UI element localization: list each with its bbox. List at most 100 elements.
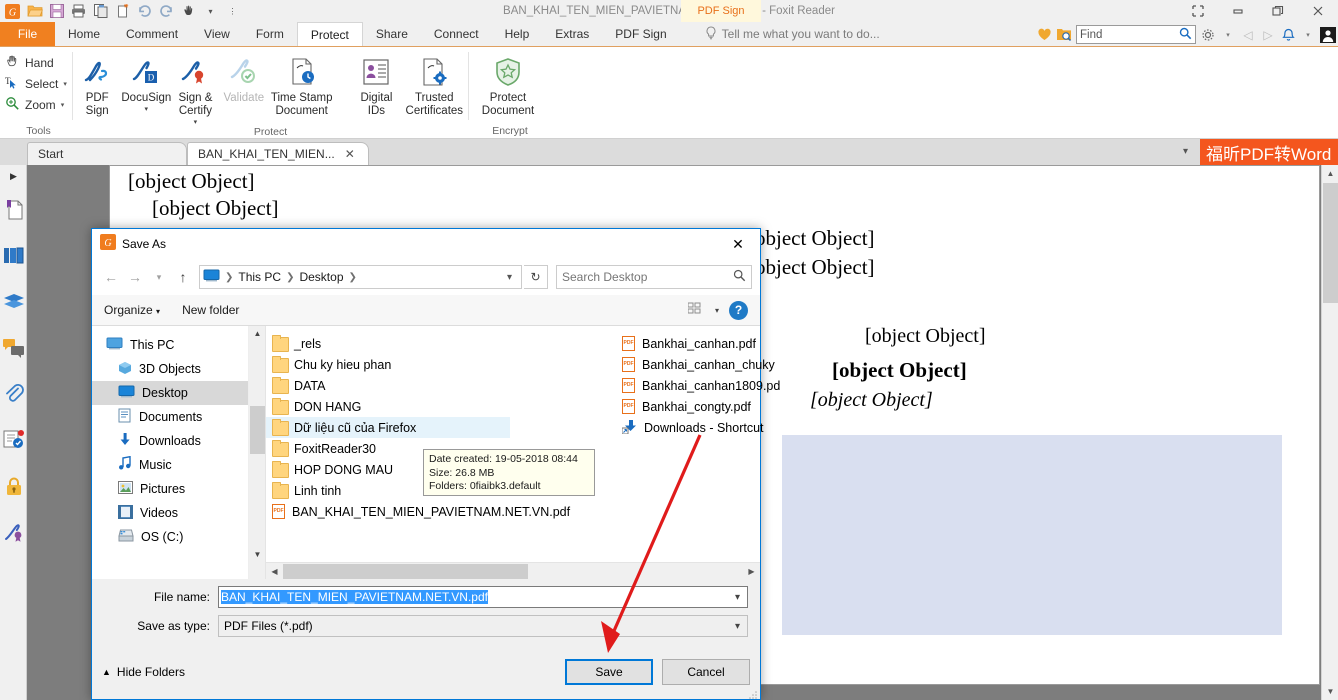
organize-dropdown-icon[interactable]: ▾ [156,307,160,316]
save-as-type-dropdown-icon[interactable]: ▾ [735,621,745,632]
tree-item-documents[interactable]: Documents [92,405,248,429]
tool-select[interactable]: T Select ▾ [5,73,67,94]
heart-icon[interactable] [1036,26,1052,44]
organize-button[interactable]: Organize ▾ [104,303,160,317]
tree-item-videos[interactable]: Videos [92,501,248,525]
customize-qat-icon[interactable]: ▾ [201,2,220,21]
view-dropdown-icon[interactable]: ▾ [715,306,719,315]
tool-zoom-dropdown-icon[interactable]: ▾ [61,101,65,109]
hscroll-thumb[interactable] [283,563,528,579]
comments-icon[interactable] [0,325,27,371]
list-item[interactable]: DATA [266,375,526,396]
bell-dropdown-icon[interactable]: ▾ [1300,26,1316,44]
bookmark-page-icon[interactable] [0,187,27,233]
tree-item-os-c[interactable]: OS (C:) [92,525,248,549]
tool-select-dropdown-icon[interactable]: ▾ [63,80,67,88]
menu-file[interactable]: File [0,22,55,46]
redo-icon[interactable] [157,2,176,21]
breadcrumb-dropdown-icon[interactable]: ▾ [501,272,518,283]
file-name-dropdown-icon[interactable]: ▾ [735,592,745,603]
digital-ids-button[interactable]: Digital IDs [352,50,400,118]
menu-help[interactable]: Help [492,22,543,46]
hscroll-left-icon[interactable]: ◀ [266,567,283,576]
menu-pdf-sign[interactable]: PDF Sign [602,22,679,46]
undo-icon[interactable] [135,2,154,21]
tool-zoom[interactable]: Zoom ▾ [5,94,64,115]
notification-bell-icon[interactable] [1280,26,1296,44]
sign-certify-dropdown-icon[interactable]: ▾ [194,118,198,126]
view-layout-icon[interactable] [687,302,705,319]
recent-locations-icon[interactable]: ▾ [148,265,170,289]
breadcrumb-sep-3[interactable]: ❯ [347,272,359,283]
tab-overflow-chevron-icon[interactable]: ▾ [1183,146,1188,157]
next-page-icon[interactable]: ▷ [1260,26,1276,44]
copy-icon[interactable] [91,2,110,21]
search-input[interactable]: Search Desktop [556,265,752,289]
time-stamp-document-button[interactable]: Time Stamp Document [268,50,335,118]
security-lock-icon[interactable] [0,463,27,509]
menu-form[interactable]: Form [243,22,297,46]
tree-item-music[interactable]: Music [92,453,248,477]
open-icon[interactable] [25,2,44,21]
up-one-level-icon[interactable]: ↑ [172,265,194,289]
docusign-dropdown-icon[interactable]: ▾ [145,105,149,113]
search-document-icon[interactable] [1056,26,1072,44]
menu-protect[interactable]: Protect [296,22,363,46]
settings-dropdown-icon[interactable]: ▾ [1220,26,1236,44]
protect-document-button[interactable]: Protect Document [469,50,547,118]
pages-thumbnails-icon[interactable] [0,233,27,279]
tree-item-this-pc[interactable]: This PC [92,333,248,357]
list-item-selected[interactable]: Dữ liệu cũ của Firefox [266,417,510,438]
promo-banner[interactable]: 福昕PDF转Word [1200,139,1338,165]
user-avatar[interactable] [1320,26,1336,44]
digital-sign-icon[interactable] [0,509,27,555]
scroll-up-icon[interactable]: ▲ [1322,165,1338,182]
dialog-close-button[interactable]: ✕ [716,229,760,259]
tree-scroll-thumb[interactable] [250,406,265,454]
signature-field-box[interactable] [782,435,1282,635]
tell-me-search[interactable]: Tell me what you want to do... [705,22,880,46]
menu-view[interactable]: View [191,22,243,46]
vertical-scroll-thumb[interactable] [1323,183,1338,303]
pdf-sign-top-tab[interactable]: PDF Sign [681,0,761,22]
list-item[interactable]: Chu ky hieu phan [266,354,526,375]
layers-icon[interactable] [0,279,27,325]
list-item[interactable]: PDF BAN_KHAI_TEN_MIEN_PAVIETNAM.NET.VN.pd… [266,501,570,522]
trusted-certificates-button[interactable]: Trusted Certificates [401,50,468,118]
tab-ban-khai-ten-mien[interactable]: BAN_KHAI_TEN_MIEN... ✕ [187,142,369,165]
menu-connect[interactable]: Connect [421,22,492,46]
list-item[interactable]: PDF Bankhai_canhan.pdf [616,333,816,354]
new-icon[interactable]: * [113,2,132,21]
save-button[interactable]: Save [565,659,653,685]
new-folder-button[interactable]: New folder [182,303,239,317]
attachments-icon[interactable] [0,371,27,417]
sign-certify-button[interactable]: Sign & Certify ▾ [171,50,219,126]
save-as-type-select[interactable]: PDF Files (*.pdf) ▾ [218,615,748,637]
tree-scroll-down-icon[interactable]: ▼ [249,547,266,561]
refresh-icon[interactable]: ↻ [524,265,548,289]
print-icon[interactable] [69,2,88,21]
tree-scroll-up-icon[interactable]: ▲ [249,326,266,340]
restore-layout-icon[interactable] [1178,0,1218,22]
forward-icon[interactable]: → [124,265,146,289]
tree-scrollbar[interactable]: ▲ ▼ [248,326,265,579]
list-item[interactable]: DON HANG [266,396,526,417]
list-item[interactable]: _rels [266,333,526,354]
list-item[interactable]: PDF Bankhai_canhan_chuky [616,354,816,375]
scroll-down-icon[interactable]: ▼ [1322,683,1338,700]
menu-extras[interactable]: Extras [542,22,602,46]
resize-grip-icon[interactable] [748,687,758,699]
tree-item-pictures[interactable]: Pictures [92,477,248,501]
docusign-button[interactable]: D DocuSign ▾ [121,50,171,113]
previous-page-icon[interactable]: ◁ [1240,26,1256,44]
tab-close-icon[interactable]: ✕ [345,147,355,161]
breadcrumb-desktop[interactable]: Desktop [299,270,343,284]
hand-tool-icon[interactable] [179,2,198,21]
vertical-scrollbar[interactable]: ▲ ▼ [1321,165,1338,700]
list-item[interactable]: PDF Bankhai_canhan1809.pd [616,375,816,396]
breadcrumb-this-pc[interactable]: This PC [238,270,281,284]
tool-hand[interactable]: Hand [5,52,54,73]
settings-gear-icon[interactable] [1200,26,1216,44]
find-input[interactable]: Find [1076,25,1196,44]
tree-item-downloads[interactable]: Downloads [92,429,248,453]
